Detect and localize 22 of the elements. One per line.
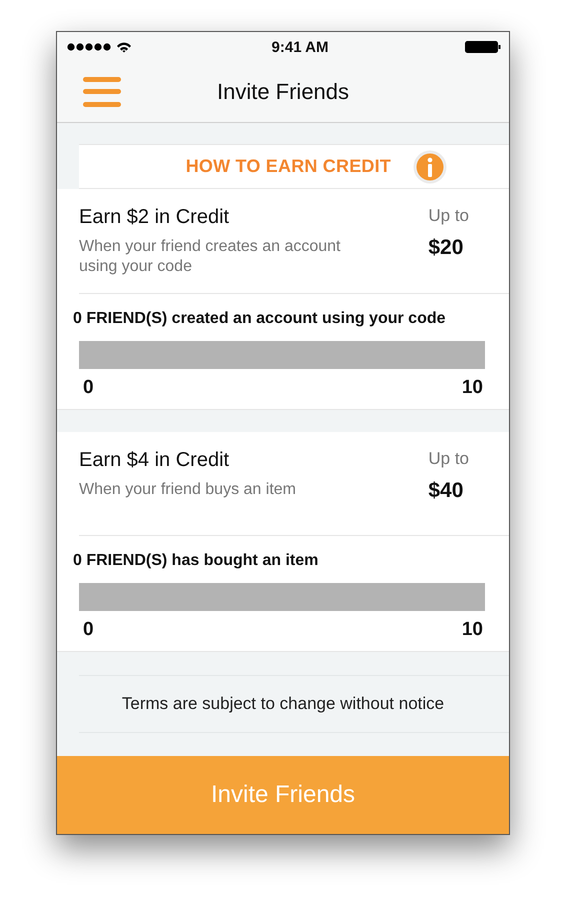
progress-max: 10 [462, 619, 483, 641]
progress-min: 0 [83, 619, 94, 641]
cap-label: Up to [428, 206, 469, 226]
info-icon[interactable] [413, 150, 447, 184]
menu-icon[interactable] [83, 77, 121, 107]
progress-label: 0 FRIEND(S) has bought an item [73, 552, 320, 570]
invite-button[interactable]: Invite Friends [57, 756, 509, 834]
section-title: HOW TO EARN CREDIT [186, 156, 391, 177]
cap-label: Up to [428, 449, 469, 469]
offer-description: When your friend creates an account using your code [79, 237, 342, 277]
battery-icon [465, 41, 501, 53]
progress-min: 0 [83, 377, 94, 399]
status-time: 9:41 AM [272, 38, 328, 56]
screen-title: Invite Friends [216, 79, 350, 105]
offer-description: When your friend buys an item [79, 480, 297, 500]
progress-label: 0 FRIEND(S) created an account using your code [73, 310, 447, 328]
progress-max: 10 [462, 377, 483, 399]
cap-amount: $40 [428, 479, 464, 503]
offer-title: Earn $4 in Credit [79, 449, 230, 472]
terms-note: Terms are subject to change without notice [122, 694, 444, 714]
offer-title: Earn $2 in Credit [79, 206, 230, 229]
cap-amount: $20 [428, 236, 464, 260]
